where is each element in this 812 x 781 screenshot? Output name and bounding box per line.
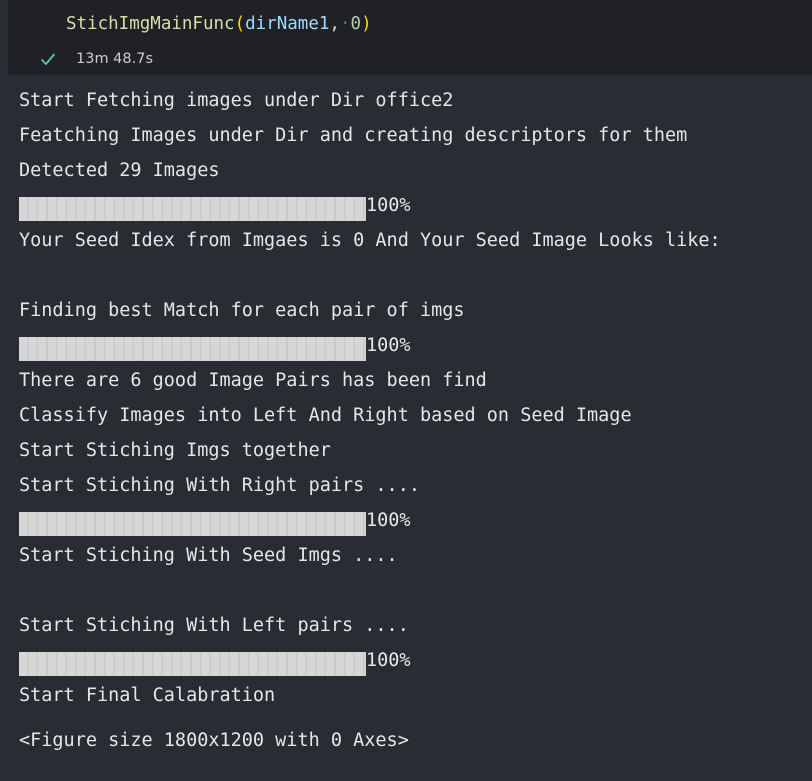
output-line: Start Stiching With Left pairs ....: [19, 615, 409, 636]
output-line: Your Seed Idex from Imgaes is 0 And Your…: [19, 230, 721, 251]
progress-fill: [19, 337, 366, 361]
progress-percent: 100%: [366, 335, 411, 356]
output-line: Classify Images into Left And Right base…: [19, 405, 632, 426]
whitespace-marker: ·: [339, 14, 351, 34]
progress-row: 100%: [19, 328, 809, 363]
argument-zero: 0: [350, 14, 362, 34]
code-cell[interactable]: StichImgMainFunc(dirName1,·0) 13m 48.7s: [8, 0, 812, 75]
progress-fill: [19, 512, 366, 536]
progress-fill: [19, 652, 366, 676]
open-paren: (: [234, 14, 246, 34]
notebook-output-page: StichImgMainFunc(dirName1,·0) 13m 48.7s …: [0, 0, 812, 781]
close-paren: ): [361, 14, 372, 34]
output-line: Start Fetching images under Dir office2: [19, 90, 454, 111]
code-line[interactable]: StichImgMainFunc(dirName1,·0): [66, 11, 372, 37]
comma: ,: [329, 14, 340, 34]
progress-row: 100%: [19, 503, 809, 538]
output-line: Featching Images under Dir and creating …: [19, 125, 688, 146]
progress-bar: [19, 197, 366, 221]
progress-row: 100%: [19, 643, 809, 678]
progress-percent: 100%: [366, 195, 411, 216]
progress-fill: [19, 197, 366, 221]
argument-dirname: dirName1: [245, 14, 330, 34]
output-line: Finding best Match for each pair of imgs: [19, 300, 465, 321]
output-line: There are 6 good Image Pairs has been fi…: [19, 370, 487, 391]
execution-time: 13m 48.7s: [76, 51, 154, 67]
output-line: Start Final Calabration: [19, 685, 276, 706]
figure-repr: <Figure size 1800x1200 with 0 Axes>: [19, 730, 409, 751]
cell-status: 13m 48.7s: [40, 48, 153, 70]
output-line: Start Stiching With Seed Imgs ....: [19, 545, 398, 566]
progress-bar: [19, 337, 366, 361]
output-line: Start Stiching Imgs together: [19, 440, 331, 461]
progress-percent: 100%: [366, 510, 411, 531]
check-icon: [40, 48, 58, 70]
progress-bar: [19, 652, 366, 676]
progress-row: 100%: [19, 188, 809, 223]
cell-output: Start Fetching images under Dir office2 …: [19, 83, 809, 758]
progress-percent: 100%: [366, 650, 411, 671]
progress-bar: [19, 512, 366, 536]
output-line: Start Stiching With Right pairs ....: [19, 475, 420, 496]
function-name: StichImgMainFunc: [66, 14, 235, 34]
output-line: Detected 29 Images: [19, 160, 220, 181]
